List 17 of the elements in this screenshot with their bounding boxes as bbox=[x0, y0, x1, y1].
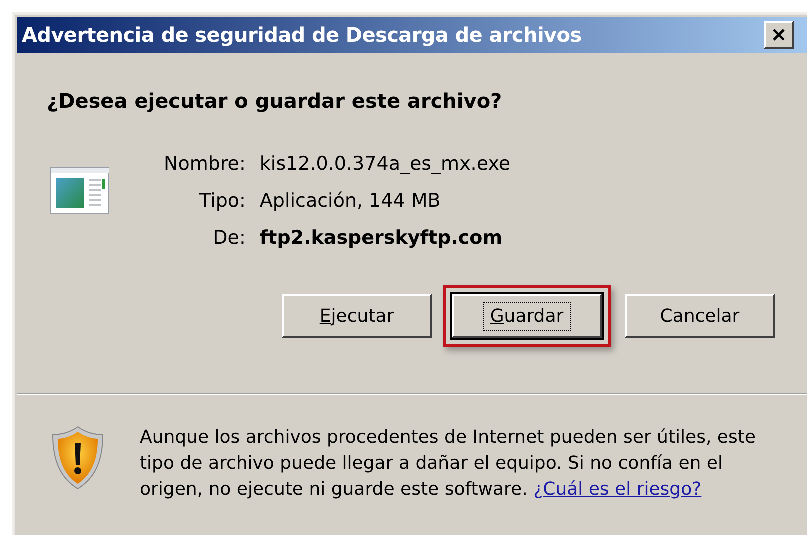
warning-text: Aunque los archivos procedentes de Internet pueden ser útiles, este tipo de archivo puede llegar a dañar el equipo. Si no confía en el origen, no ejecute ni guarde este software. ¿Cuál es el riesgo? bbox=[140, 426, 758, 502]
field-value: ftp2.kasperskyftp.com bbox=[260, 227, 504, 249]
risk-link[interactable]: ¿Cuál es el riesgo? bbox=[534, 479, 702, 500]
field-value: Aplicación, 144 MB bbox=[260, 190, 442, 212]
close-button[interactable] bbox=[764, 21, 794, 49]
dialog-button[interactable]: Ejecutar bbox=[282, 294, 432, 338]
dialog-button[interactable]: Guardar bbox=[452, 294, 602, 338]
field-value: kis12.0.0.374a_es_mx.exe bbox=[260, 153, 511, 175]
field-label: Tipo: bbox=[198, 190, 246, 212]
field-label: Nombre: bbox=[164, 153, 246, 175]
dialog-button[interactable]: Cancelar bbox=[625, 294, 775, 338]
application-icon bbox=[50, 167, 110, 215]
warning-shield-icon bbox=[50, 425, 106, 491]
question-heading: ¿Desea ejecutar o guardar este archivo? bbox=[47, 89, 504, 113]
window-title: Advertencia de seguridad de Descarga de archivos bbox=[21, 23, 582, 47]
close-icon bbox=[771, 28, 787, 42]
field-label: De: bbox=[212, 227, 246, 249]
